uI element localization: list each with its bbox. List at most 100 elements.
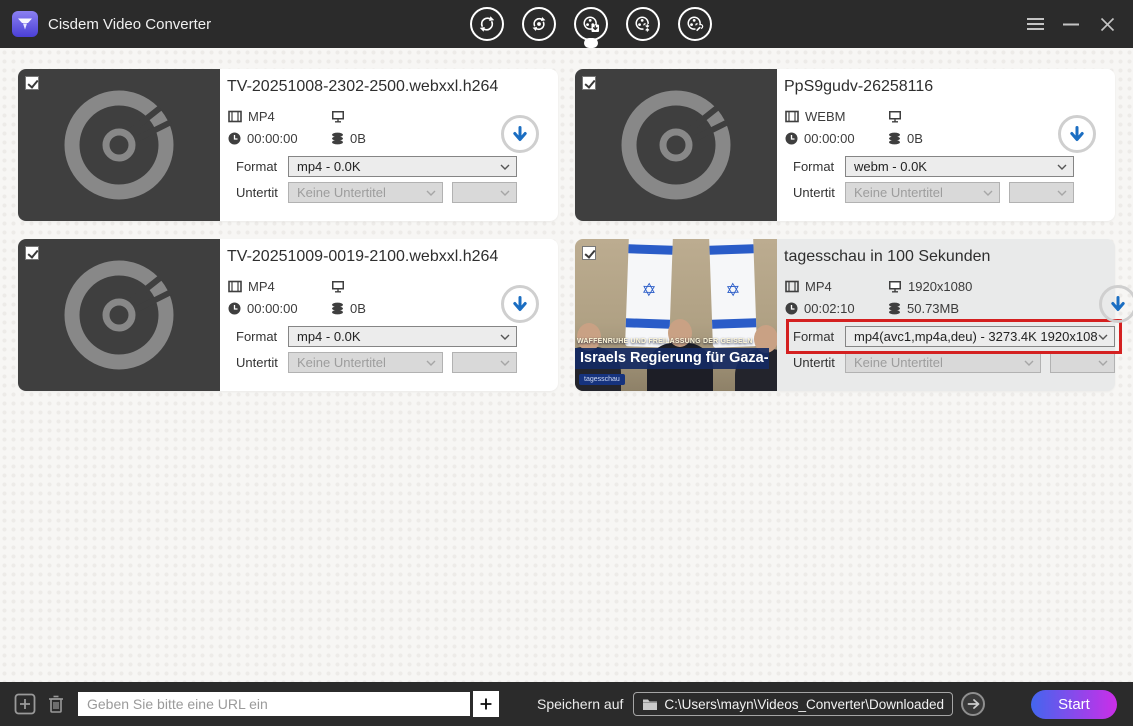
video-card-content: PpS9gudv-26258116 WEBM 00:00:00 <box>777 69 1115 221</box>
save-path-selector[interactable]: C:\Users\mayn\Videos_Converter\Downloade… <box>633 692 953 716</box>
resolution-meta <box>331 109 478 124</box>
format-meta: MP4 <box>228 279 331 294</box>
tab-video-toolbox[interactable] <box>678 7 712 41</box>
storage-icon <box>331 132 344 145</box>
subtitle-row: Untertit Keine Untertitel <box>793 352 1115 373</box>
download-arrow-icon <box>1109 295 1127 313</box>
format-meta: MP4 <box>785 279 888 294</box>
format-value: MP4 <box>248 109 275 124</box>
menu-button[interactable] <box>1025 14 1045 34</box>
app-logo-icon <box>12 11 38 37</box>
disc-placeholder-icon <box>58 254 180 376</box>
tab-video-download[interactable] <box>574 7 608 41</box>
subtitle-row: Untertit Keine Untertitel <box>236 352 517 373</box>
format-select[interactable]: mp4 - 0.0K <box>288 326 517 347</box>
subtitle-label: Untertit <box>793 355 845 370</box>
storage-icon <box>331 302 344 315</box>
select-checkbox[interactable] <box>25 246 39 260</box>
select-checkbox[interactable] <box>25 76 39 90</box>
subtitle-lang-select <box>1050 352 1115 373</box>
duration-meta: 00:00:00 <box>228 131 331 146</box>
video-card-content: tagesschau in 100 Sekunden MP4 1920x1080 <box>777 239 1133 391</box>
resolution-value: 1920x1080 <box>908 279 972 294</box>
subtitle-select: Keine Untertitel <box>288 182 443 203</box>
size-value: 0B <box>907 131 923 146</box>
download-reel-icon <box>582 13 600 35</box>
chevron-down-icon <box>500 164 510 170</box>
israel-flag-icon: ✡ <box>625 239 673 348</box>
tab-video-convert[interactable] <box>470 7 504 41</box>
download-arrow-icon <box>1068 125 1086 143</box>
duration-value: 00:02:10 <box>804 301 855 316</box>
duration-value: 00:00:00 <box>804 131 855 146</box>
chevron-down-icon <box>426 360 436 366</box>
format-row: Format mp4 - 0.0K <box>236 156 517 177</box>
duration-value: 00:00:00 <box>247 301 298 316</box>
format-select[interactable]: mp4 - 0.0K <box>288 156 517 177</box>
delete-button[interactable] <box>46 693 66 715</box>
video-metadata: WEBM 00:00:00 0B <box>785 109 1035 146</box>
download-button[interactable] <box>501 285 539 323</box>
url-input[interactable] <box>78 692 470 716</box>
add-file-icon <box>14 693 36 715</box>
clock-icon <box>785 132 798 145</box>
video-thumbnail <box>18 239 220 391</box>
subtitle-label: Untertit <box>236 185 288 200</box>
select-checkbox[interactable] <box>582 76 596 90</box>
app-window: Cisdem Video Converter <box>0 0 1133 726</box>
duration-meta: 00:00:00 <box>228 301 331 316</box>
thumbnail-headline-text: Israels Regierung für Gaza-Deal <box>575 348 769 369</box>
toolbox-reel-icon <box>686 13 704 35</box>
format-select[interactable]: webm - 0.0K <box>845 156 1074 177</box>
video-card: TV-20251008-2302-2500.webxxl.h264 MP4 <box>18 69 558 221</box>
subtitle-row: Untertit Keine Untertitel <box>793 182 1074 203</box>
monitor-icon <box>331 110 345 123</box>
video-card: ✡ ✡ WAFFENRUHE UND FREILASSUNG DER GEISE… <box>575 239 1115 391</box>
download-button[interactable] <box>501 115 539 153</box>
film-icon <box>785 280 799 293</box>
format-row-highlighted: Format mp4(avc1,mp4a,deu) - 3273.4K 1920… <box>793 326 1115 347</box>
video-card-grid: TV-20251008-2302-2500.webxxl.h264 MP4 <box>18 69 1115 391</box>
chevron-down-icon <box>1057 164 1067 170</box>
close-button[interactable] <box>1097 14 1117 34</box>
subtitle-row: Untertit Keine Untertitel <box>236 182 517 203</box>
open-folder-button[interactable] <box>961 692 985 716</box>
format-label: Format <box>236 329 288 344</box>
select-checkbox[interactable] <box>582 246 596 260</box>
storage-icon <box>888 302 901 315</box>
film-icon <box>228 110 242 123</box>
duration-value: 00:00:00 <box>247 131 298 146</box>
video-card: PpS9gudv-26258116 WEBM 00:00:00 <box>575 69 1115 221</box>
close-icon <box>1100 17 1115 32</box>
size-meta: 0B <box>331 131 478 146</box>
start-button[interactable]: Start <box>1031 690 1117 719</box>
subtitle-select: Keine Untertitel <box>845 352 1041 373</box>
minimize-button[interactable] <box>1061 14 1081 34</box>
format-meta: MP4 <box>228 109 331 124</box>
video-thumbnail: ✡ ✡ WAFFENRUHE UND FREILASSUNG DER GEISE… <box>575 239 777 391</box>
folder-icon <box>642 697 658 711</box>
format-value: WEBM <box>805 109 845 124</box>
download-button[interactable] <box>1099 285 1133 323</box>
format-row: Format webm - 0.0K <box>793 156 1074 177</box>
add-files-button[interactable] <box>14 693 36 715</box>
format-row: Format mp4 - 0.0K <box>236 326 517 347</box>
tab-dvd-rip[interactable] <box>522 7 556 41</box>
chevron-down-icon <box>1057 190 1067 196</box>
video-metadata: MP4 00:00:00 0B <box>228 279 478 316</box>
add-url-button[interactable] <box>473 691 499 717</box>
trash-icon <box>46 693 66 715</box>
thumbnail-kicker-text: WAFFENRUHE UND FREILASSUNG DER GEISELN <box>577 338 753 345</box>
disc-placeholder-icon <box>615 84 737 206</box>
tagesschau-badge: tagesschau <box>579 374 625 385</box>
chevron-down-icon <box>500 334 510 340</box>
chevron-down-icon <box>1098 360 1108 366</box>
size-value: 50.73MB <box>907 301 959 316</box>
tab-video-compress[interactable] <box>626 7 660 41</box>
download-button[interactable] <box>1058 115 1096 153</box>
clock-icon <box>785 302 798 315</box>
arrow-right-icon <box>967 698 980 710</box>
format-select[interactable]: mp4(avc1,mp4a,deu) - 3273.4K 1920x108 <box>845 326 1115 347</box>
subtitle-lang-select <box>452 352 517 373</box>
clock-icon <box>228 302 241 315</box>
